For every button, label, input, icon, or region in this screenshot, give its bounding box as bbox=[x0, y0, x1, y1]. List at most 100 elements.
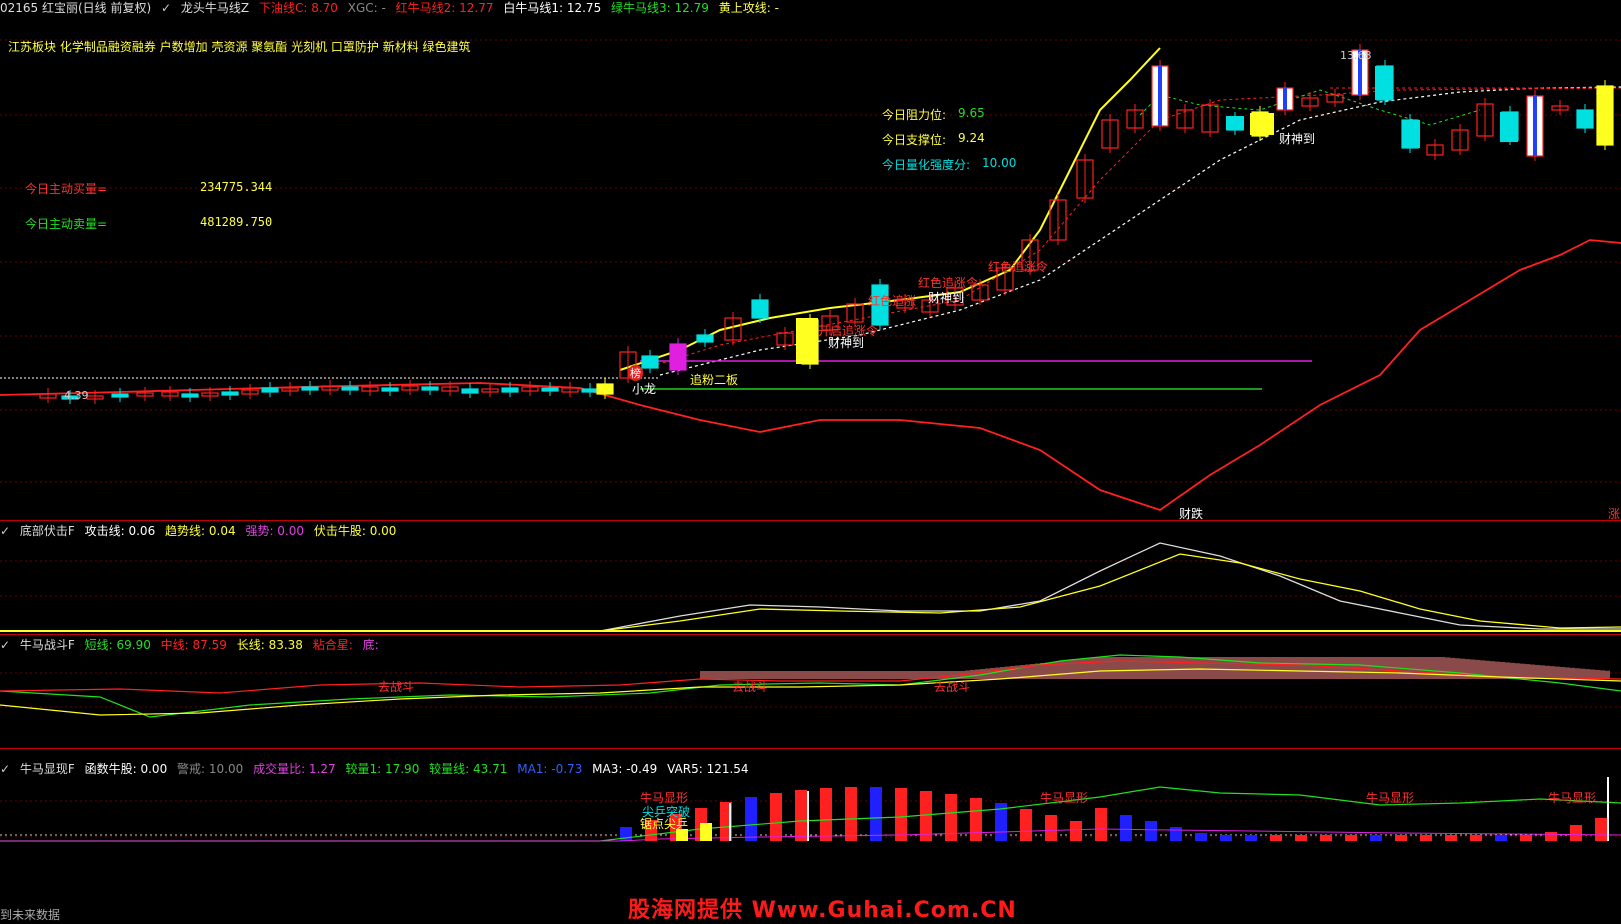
volume-bar bbox=[1045, 815, 1057, 841]
candle-body bbox=[461, 388, 479, 394]
volume-bar bbox=[1080, 659, 1085, 679]
volume-bar bbox=[1220, 835, 1232, 841]
volume-bar bbox=[875, 671, 880, 679]
volume-bar bbox=[1120, 815, 1132, 841]
indicator-panel-dibu[interactable]: ✓ 底部伏击F 攻击线: 0.06 趋势线: 0.04 强势: 0.00 伏击牛… bbox=[0, 521, 1621, 634]
volume-bar bbox=[920, 791, 932, 841]
candle-body bbox=[669, 343, 687, 371]
volume-bar bbox=[775, 671, 780, 679]
volume-bar bbox=[1370, 835, 1382, 841]
volume-bar bbox=[1595, 818, 1607, 841]
volume-bar bbox=[1145, 821, 1157, 841]
candle-body bbox=[581, 388, 599, 393]
volume-bar bbox=[1545, 665, 1550, 679]
volume-bar bbox=[910, 671, 915, 679]
volume-bar bbox=[1285, 657, 1290, 679]
volume-bar bbox=[1530, 664, 1535, 679]
volume-bar bbox=[870, 671, 875, 679]
volume-bar bbox=[1510, 662, 1515, 679]
panel3-canvas[interactable] bbox=[0, 749, 1621, 901]
volume-bar bbox=[800, 671, 805, 679]
volume-bar bbox=[895, 788, 907, 841]
volume-bar bbox=[900, 671, 905, 679]
volume-bar bbox=[1325, 657, 1330, 679]
volume-bar bbox=[1165, 657, 1170, 679]
volume-bar bbox=[1095, 808, 1107, 841]
volume-bar bbox=[870, 787, 882, 841]
volume-bar bbox=[1270, 657, 1275, 679]
yellow-bar bbox=[700, 823, 712, 841]
volume-bar bbox=[1205, 657, 1210, 679]
support-value: 9.24 bbox=[958, 131, 985, 145]
volume-bar bbox=[1515, 663, 1520, 679]
volume-bar bbox=[1425, 657, 1430, 679]
volume-bar bbox=[970, 670, 975, 679]
main-chart-panel[interactable]: 02165 红宝丽(日线 前复权) ✓ 龙头牛马线Z 下油线C: 8.70 XG… bbox=[0, 0, 1621, 521]
volume-bar bbox=[1305, 657, 1310, 679]
panel2-canvas[interactable] bbox=[0, 635, 1621, 748]
volume-bar bbox=[1420, 657, 1425, 679]
volume-bar bbox=[1570, 667, 1575, 679]
volume-bar bbox=[1180, 657, 1185, 679]
main-chart-canvas[interactable] bbox=[0, 0, 1621, 520]
volume-bar bbox=[1150, 657, 1155, 679]
panel1-canvas[interactable] bbox=[0, 521, 1621, 634]
volume-bar bbox=[805, 671, 810, 679]
volume-bar bbox=[1360, 657, 1365, 679]
signal-xiaolong: 小龙 bbox=[632, 382, 657, 396]
volume-bar bbox=[1520, 835, 1532, 841]
high-price-mark: 13.68 bbox=[1340, 49, 1372, 62]
volume-bar bbox=[1250, 657, 1255, 679]
signal-jufeng: 锯点尖乒 bbox=[640, 817, 689, 831]
volume-bar bbox=[1245, 657, 1250, 679]
buy-volume-value: 234775.344 bbox=[200, 180, 273, 194]
volume-bar bbox=[1140, 657, 1145, 679]
volume-bar bbox=[710, 671, 715, 679]
concept-tags: 江苏板块 化学制品融资融券 户数增加 壳资源 聚氨酯 光刻机 口罩防护 新材料 … bbox=[8, 40, 471, 54]
indicator-panel-xianxian[interactable]: ✓ 牛马显现F 函数牛股: 0.00 警戒: 10.00 成交量比: 1.27 … bbox=[0, 749, 1621, 901]
signal-hongse: 开启追涨令 bbox=[818, 324, 879, 338]
volume-bar bbox=[1130, 657, 1135, 679]
volume-bar bbox=[1345, 835, 1357, 841]
volume-bar bbox=[790, 671, 795, 679]
sell-volume-label: 今日主动卖量= bbox=[25, 217, 108, 231]
volume-bar bbox=[810, 671, 815, 679]
signal-bang-badge: 榜 bbox=[628, 365, 643, 381]
volume-bar bbox=[1525, 664, 1530, 679]
candle-body bbox=[696, 334, 714, 343]
volume-bar bbox=[1195, 657, 1200, 679]
volume-bar bbox=[1320, 657, 1325, 679]
volume-bar bbox=[785, 671, 790, 679]
volume-bar bbox=[845, 787, 857, 841]
volume-bar bbox=[1265, 657, 1270, 679]
volume-bar bbox=[1335, 657, 1340, 679]
volume-bar bbox=[1545, 832, 1557, 841]
candle-body bbox=[1596, 85, 1614, 146]
volume-bar bbox=[1380, 657, 1385, 679]
volume-bar bbox=[1160, 657, 1165, 679]
volume-bar bbox=[845, 671, 850, 679]
volume-bar bbox=[1125, 657, 1130, 679]
support-label: 今日支撑位: bbox=[882, 133, 947, 147]
volume-bar bbox=[1200, 657, 1205, 679]
volume-bar bbox=[1095, 657, 1100, 679]
indicator-panel-zhandou[interactable]: ✓ 牛马战斗F 短线: 69.90 中线: 87.59 长线: 83.38 粘合… bbox=[0, 635, 1621, 748]
volume-bar bbox=[1175, 657, 1180, 679]
volume-bar bbox=[1090, 658, 1095, 679]
volume-bar bbox=[1170, 827, 1182, 841]
volume-bar bbox=[1580, 668, 1585, 679]
volume-bar bbox=[880, 671, 885, 679]
cyan-block bbox=[1226, 116, 1244, 130]
volume-bar bbox=[1540, 665, 1545, 679]
candle-body bbox=[221, 391, 239, 396]
volume-bar bbox=[1420, 835, 1432, 841]
signal-niuma: 牛马显形 bbox=[1366, 791, 1415, 805]
candle-body bbox=[111, 393, 129, 398]
volume-bar bbox=[1410, 657, 1415, 679]
candle-body bbox=[261, 387, 279, 393]
candle-body bbox=[301, 386, 319, 391]
volume-bar bbox=[1155, 657, 1160, 679]
strength-label: 今日量化强度分: bbox=[882, 158, 971, 172]
yellow-block bbox=[1250, 113, 1274, 135]
volume-bar bbox=[1075, 659, 1080, 679]
